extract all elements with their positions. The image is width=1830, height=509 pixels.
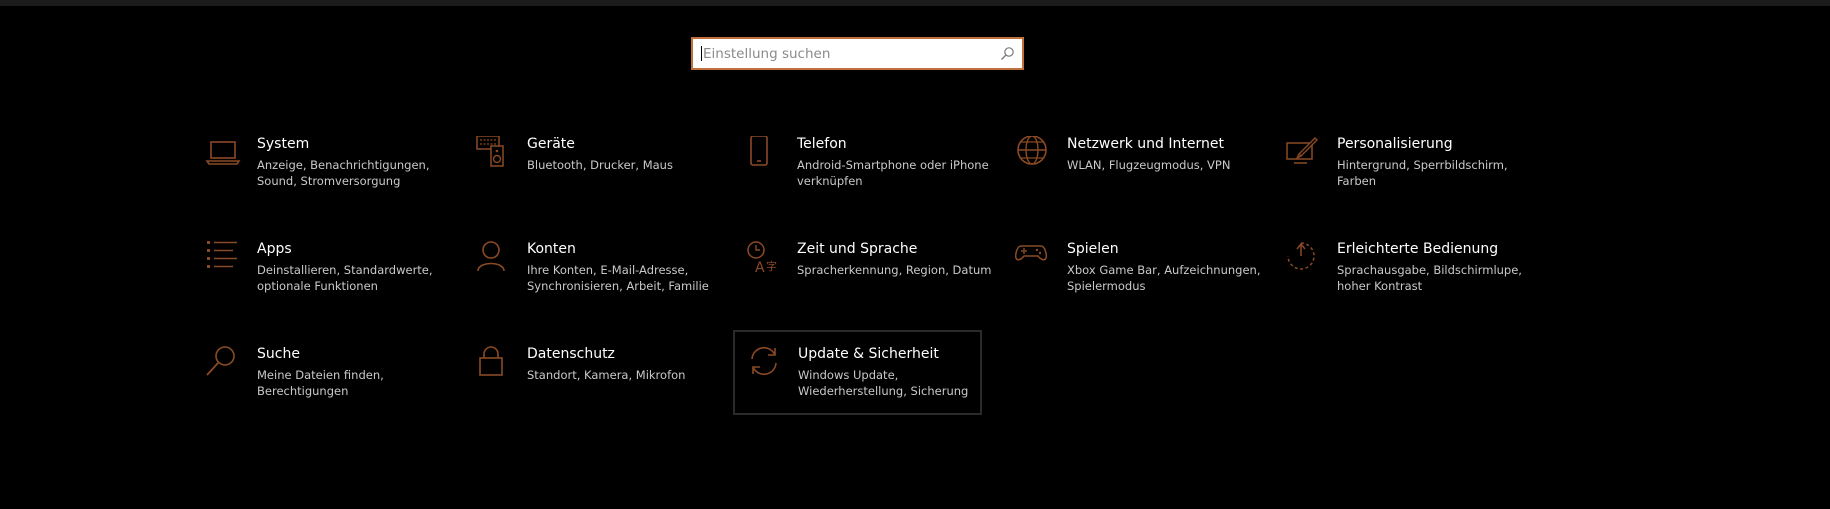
- tile-title: Apps: [257, 241, 292, 257]
- svg-text:字: 字: [766, 259, 777, 273]
- tile-description: WLAN, Flugzeugmodus, VPN: [1067, 158, 1231, 172]
- tile-title: Spielen: [1067, 241, 1119, 257]
- devices-icon: [475, 136, 513, 174]
- globe-icon: [1015, 136, 1053, 174]
- tile-personalization[interactable]: Personalisierung Hintergrund, Sperrbilds…: [1285, 136, 1534, 220]
- tile-accounts[interactable]: Konten Ihre Konten, E-Mail-Adresse, Sync…: [475, 241, 724, 325]
- tile-title: Suche: [257, 346, 300, 362]
- tile-devices[interactable]: Geräte Bluetooth, Drucker, Maus: [475, 136, 724, 220]
- svg-text:A: A: [755, 260, 765, 276]
- person-icon: [475, 241, 513, 279]
- tile-phone[interactable]: Telefon Android-Smartphone oder iPhone v…: [745, 136, 994, 220]
- tile-network[interactable]: Netzwerk und Internet WLAN, Flugzeugmodu…: [1015, 136, 1264, 220]
- tile-description: Xbox Game Bar, Aufzeichnungen, Spielermo…: [1067, 263, 1261, 293]
- gamepad-icon: [1015, 241, 1053, 279]
- tile-title: Geräte: [527, 136, 575, 152]
- laptop-icon: [205, 136, 243, 174]
- tile-description: Ihre Konten, E-Mail-Adresse, Synchronisi…: [527, 263, 709, 293]
- tile-apps[interactable]: Apps Deinstallieren, Standardwerte, opti…: [205, 241, 454, 325]
- tile-description: Anzeige, Benachrichtigungen, Sound, Stro…: [257, 158, 430, 188]
- title-bar: [0, 0, 1830, 6]
- tile-title: System: [257, 136, 310, 152]
- tile-title: Konten: [527, 241, 576, 257]
- tile-description: Standort, Kamera, Mikrofon: [527, 368, 686, 382]
- ease-of-access-icon: [1285, 241, 1323, 279]
- tile-description: Deinstallieren, Standardwerte, optionale…: [257, 263, 433, 293]
- tile-title: Erleichterte Bedienung: [1337, 241, 1499, 257]
- tile-title: Telefon: [797, 136, 847, 152]
- tile-system[interactable]: System Anzeige, Benachrichtigungen, Soun…: [205, 136, 454, 220]
- text-caret: [701, 46, 702, 61]
- tile-description: Windows Update, Wiederherstellung, Siche…: [798, 368, 969, 398]
- tile-time-language[interactable]: A 字 Zeit und Sprache Spracherkennung, Re…: [745, 241, 994, 325]
- tile-privacy[interactable]: Datenschutz Standort, Kamera, Mikrofon: [475, 346, 724, 430]
- tile-title: Netzwerk und Internet: [1067, 136, 1224, 152]
- search-input[interactable]: [699, 39, 989, 68]
- tile-gaming[interactable]: Spielen Xbox Game Bar, Aufzeichnungen, S…: [1015, 241, 1264, 325]
- tile-title: Update & Sicherheit: [798, 346, 939, 362]
- magnifier-icon: [205, 346, 243, 384]
- paint-icon: [1285, 136, 1323, 174]
- apps-list-icon: [205, 241, 243, 279]
- tile-description: Android-Smartphone oder iPhone verknüpfe…: [797, 158, 989, 188]
- lock-icon: [475, 346, 513, 384]
- tile-update-security[interactable]: Update & Sicherheit Windows Update, Wied…: [733, 330, 982, 415]
- tile-title: Personalisierung: [1337, 136, 1453, 152]
- settings-search-box[interactable]: [691, 37, 1024, 70]
- search-icon[interactable]: [1000, 46, 1015, 61]
- sync-icon: [747, 346, 785, 384]
- tile-title: Zeit und Sprache: [797, 241, 918, 257]
- tile-description: Spracherkennung, Region, Datum: [797, 263, 992, 277]
- tile-ease-of-access[interactable]: Erleichterte Bedienung Sprachausgabe, Bi…: [1285, 241, 1534, 325]
- phone-icon: [745, 136, 783, 174]
- tile-description: Hintergrund, Sperrbildschirm, Farben: [1337, 158, 1508, 188]
- tile-description: Meine Dateien finden, Berechtigungen: [257, 368, 384, 398]
- tile-title: Datenschutz: [527, 346, 615, 362]
- tile-description: Sprachausgabe, Bildschirmlupe, hoher Kon…: [1337, 263, 1522, 293]
- tile-description: Bluetooth, Drucker, Maus: [527, 158, 673, 172]
- time-language-icon: A 字: [745, 241, 783, 279]
- tile-search[interactable]: Suche Meine Dateien finden, Berechtigung…: [205, 346, 454, 430]
